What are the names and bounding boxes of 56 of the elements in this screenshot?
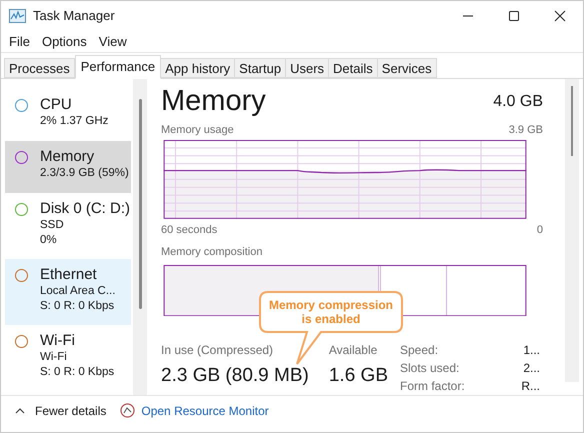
menu-item[interactable]: File <box>5 32 34 52</box>
property-value: R... <box>521 378 540 396</box>
graph-label: Memory composition <box>161 245 264 260</box>
item-detail: Wi-Fi <box>40 350 68 365</box>
tab[interactable]: App history <box>160 58 236 78</box>
stat-value: 2.3 GB (80.9 MB) <box>161 364 309 388</box>
chevron-up-icon[interactable] <box>15 408 25 414</box>
graph-label: Memory usage <box>161 123 234 138</box>
sidebar-item[interactable]: Wi-Fi Wi-Fi S: 0 R: 0 Kbps <box>5 325 131 391</box>
menu-item[interactable]: Options <box>38 32 91 52</box>
sidebar-item[interactable]: Disk 0 (C: D:) SSD 0% <box>5 193 131 259</box>
tab[interactable]: Users <box>285 58 330 78</box>
property-value: 2... <box>523 360 540 378</box>
content-scrollbar[interactable] <box>565 79 579 382</box>
property-value: 1... <box>523 342 540 360</box>
item-detail: S: 0 R: 0 Kbps <box>40 299 116 314</box>
sidebar-item[interactable]: Memory 2.3/3.9 GB (59%) <box>5 141 131 193</box>
app-icon <box>9 9 26 23</box>
open-resource-monitor-link[interactable]: Open Resource Monitor <box>141 402 269 420</box>
menu-item[interactable]: View <box>94 32 131 52</box>
tab[interactable]: Services <box>376 58 437 78</box>
item-detail: SSD <box>40 218 65 233</box>
resource-monitor-icon[interactable] <box>120 403 136 418</box>
item-detail: Local Area C... <box>40 284 116 299</box>
tab[interactable]: Startup <box>234 58 286 78</box>
sidebar-item[interactable]: Ethernet Local Area C... S: 0 R: 0 Kbps <box>5 259 131 325</box>
item-detail: 2.3/3.9 GB (59%) <box>40 166 129 181</box>
graph-min: 0 <box>536 222 543 238</box>
window-title: Task Manager <box>33 7 115 26</box>
item-detail: 2% 1.37 GHz <box>40 114 108 129</box>
item-title: CPU <box>40 95 73 114</box>
callout-text: Memory compression is enabled <box>268 298 394 326</box>
tab[interactable]: Performance <box>74 55 162 79</box>
item-detail: 0% <box>40 233 58 248</box>
section-title: Memory <box>161 84 266 118</box>
stat-label: Available <box>328 342 378 360</box>
maximize-icon[interactable] <box>508 10 520 22</box>
stat-label: In use (Compressed) <box>161 342 274 360</box>
property-label: Slots used: <box>400 360 460 378</box>
item-title: Ethernet <box>40 265 98 284</box>
graph-max: 3.9 GB <box>508 123 543 138</box>
sidebar-scrollbar[interactable] <box>133 79 147 395</box>
tab[interactable]: Details <box>328 58 378 78</box>
item-detail: S: 0 R: 0 Kbps <box>40 365 114 380</box>
property-label: Form factor: <box>400 378 465 396</box>
item-title: Memory <box>40 147 96 166</box>
sidebar-item[interactable]: CPU 2% 1.37 GHz <box>5 89 131 141</box>
close-icon[interactable] <box>554 10 566 22</box>
tab[interactable]: Processes <box>4 58 75 78</box>
time-span-label: 60 seconds <box>161 222 218 238</box>
fewer-details-button[interactable]: Fewer details <box>35 402 106 420</box>
item-title: Wi-Fi <box>40 331 76 350</box>
item-title: Disk 0 (C: D:) <box>40 199 130 218</box>
property-label: Speed: <box>400 342 438 360</box>
total-memory: 4.0 GB <box>493 92 543 112</box>
stat-value: 1.6 GB <box>328 364 388 388</box>
